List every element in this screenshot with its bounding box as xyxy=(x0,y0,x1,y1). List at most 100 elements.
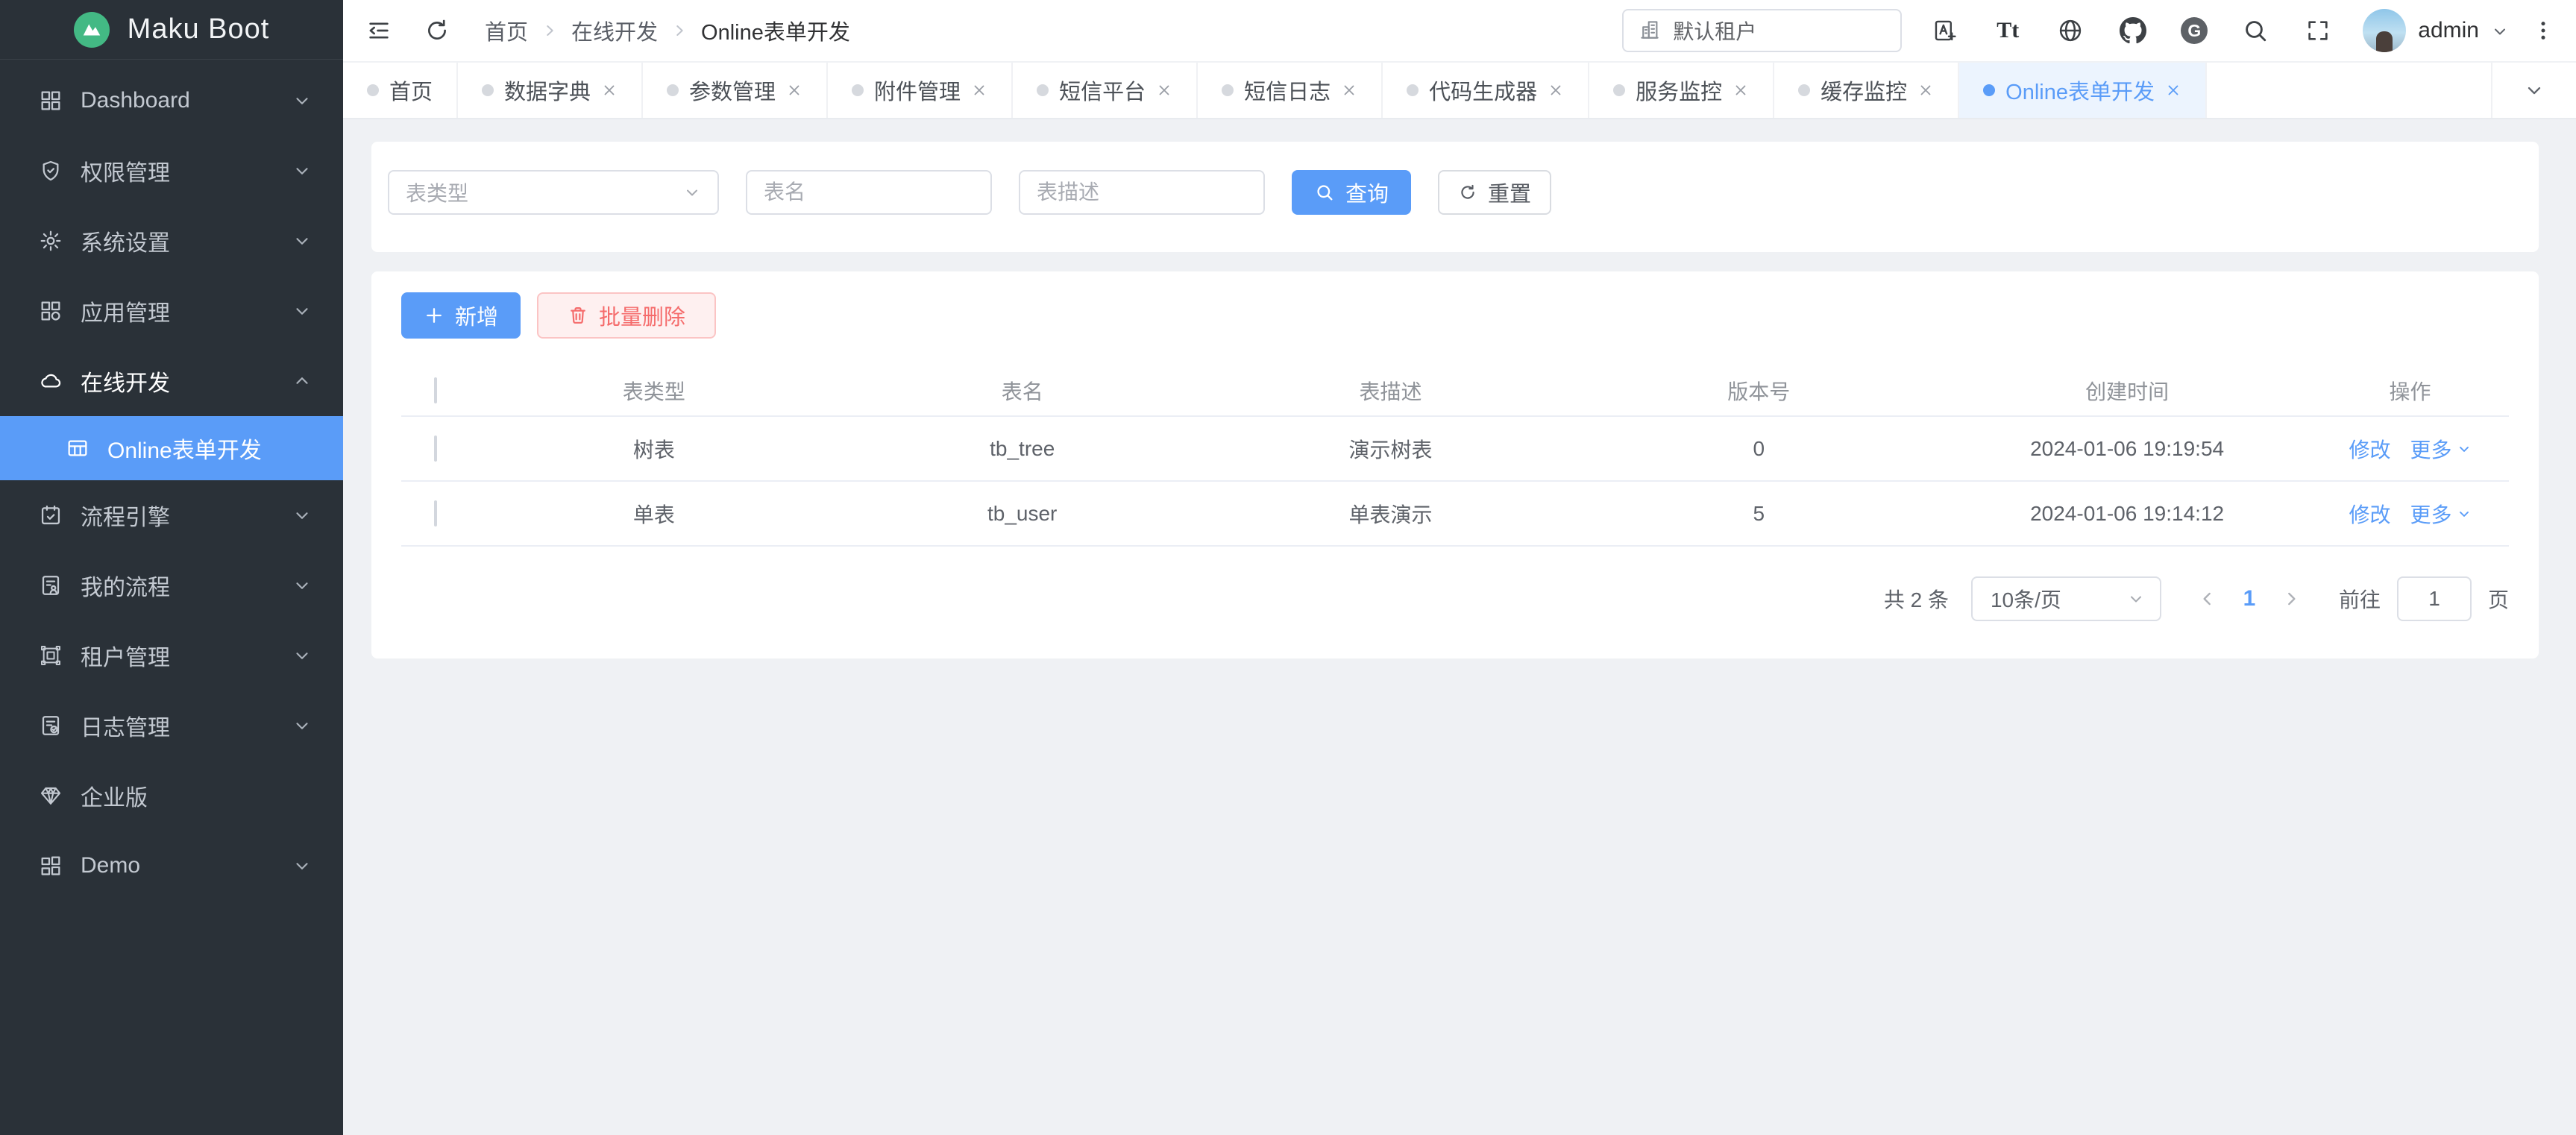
tab-dot xyxy=(1613,84,1625,96)
edit-link[interactable]: 修改 xyxy=(2349,499,2390,529)
sidebar-item-demo[interactable]: Demo xyxy=(0,831,343,901)
row-checkbox[interactable] xyxy=(434,500,437,526)
close-icon[interactable] xyxy=(786,82,802,98)
sidebar-item-dashboard[interactable]: Dashboard xyxy=(0,66,343,136)
close-icon[interactable] xyxy=(971,82,987,98)
tabs-dropdown-button[interactable] xyxy=(2491,63,2576,118)
tab-home[interactable]: 首页 xyxy=(343,63,458,118)
refresh-icon xyxy=(1458,183,1477,202)
current-page[interactable]: 1 xyxy=(2228,586,2270,611)
sidebar-item-my-workflow[interactable]: 我的流程 xyxy=(0,550,343,620)
table-type-select[interactable]: 表类型 xyxy=(388,170,719,215)
table-toolbar: 新增 批量删除 xyxy=(401,292,2509,339)
more-options-icon[interactable] xyxy=(2528,16,2558,45)
cell-type: 树表 xyxy=(470,416,838,481)
globe-icon[interactable] xyxy=(2055,16,2085,45)
pagination: 共 2 条 10条/页 1 前往 页 xyxy=(401,576,2509,621)
cell-name: tb_user xyxy=(838,481,1207,546)
sidebar-item-label: Dashboard xyxy=(81,88,292,113)
tab-sms-log[interactable]: 短信日志 xyxy=(1198,63,1383,118)
tab-dot xyxy=(1037,84,1049,96)
reset-button[interactable]: 重置 xyxy=(1438,170,1551,215)
table-header-row: 表类型 表名 表描述 版本号 创建时间 操作 xyxy=(401,365,2509,416)
page-size-select[interactable]: 10条/页 xyxy=(1971,576,2161,621)
close-icon[interactable] xyxy=(1917,82,1934,98)
sidebar-item-workflow-engine[interactable]: 流程引擎 xyxy=(0,480,343,550)
close-icon[interactable] xyxy=(1341,82,1357,98)
column-header-type: 表类型 xyxy=(470,365,838,416)
table-name-input[interactable] xyxy=(746,170,992,215)
font-size-icon[interactable]: Tt xyxy=(1993,16,2023,45)
more-link-label: 更多 xyxy=(2410,499,2452,529)
breadcrumb-online-dev[interactable]: 在线开发 xyxy=(571,15,658,46)
maku-logo-icon xyxy=(74,12,110,48)
breadcrumb-home[interactable]: 首页 xyxy=(485,15,528,46)
tab-code-generator[interactable]: 代码生成器 xyxy=(1383,63,1589,118)
trash-icon xyxy=(568,305,588,326)
more-link-label: 更多 xyxy=(2410,434,2452,464)
main-panel: 首页 在线开发 Online表单开发 默认租户 Tt xyxy=(343,0,2576,1135)
close-icon[interactable] xyxy=(1548,82,1564,98)
tab-data-dict[interactable]: 数据字典 xyxy=(458,63,643,118)
sidebar-item-app-management[interactable]: 应用管理 xyxy=(0,276,343,346)
search-button[interactable]: 查询 xyxy=(1292,170,1411,215)
close-icon[interactable] xyxy=(601,82,618,98)
more-link[interactable]: 更多 xyxy=(2410,499,2472,529)
grid-icon xyxy=(39,89,63,113)
sidebar-item-tenant-management[interactable]: 租户管理 xyxy=(0,620,343,691)
close-icon[interactable] xyxy=(2165,82,2181,98)
diamond-icon xyxy=(39,784,63,808)
sidebar-item-enterprise[interactable]: 企业版 xyxy=(0,761,343,831)
tab-param-mgmt[interactable]: 参数管理 xyxy=(643,63,828,118)
tab-online-form-dev[interactable]: Online表单开发 xyxy=(1959,63,2207,118)
cloud-icon xyxy=(39,369,63,393)
pagination-total: 共 2 条 xyxy=(1884,584,1949,614)
row-checkbox[interactable] xyxy=(434,436,437,462)
cell-created: 2024-01-06 19:19:54 xyxy=(1943,416,2311,481)
sidebar-item-online-form-dev[interactable]: Online表单开发 xyxy=(0,416,343,480)
edit-link[interactable]: 修改 xyxy=(2349,434,2390,464)
cell-name: tb_tree xyxy=(838,416,1207,481)
select-all-checkbox[interactable] xyxy=(434,377,437,403)
github-icon[interactable] xyxy=(2118,16,2148,45)
prev-page-icon[interactable] xyxy=(2187,578,2228,620)
table-desc-input[interactable] xyxy=(1019,170,1265,215)
translate-icon[interactable] xyxy=(1930,16,1960,45)
avatar xyxy=(2363,9,2406,52)
next-page-icon[interactable] xyxy=(2270,578,2312,620)
tab-sms-platform[interactable]: 短信平台 xyxy=(1013,63,1198,118)
refresh-icon[interactable] xyxy=(422,16,452,45)
search-icon xyxy=(1314,182,1335,203)
search-icon[interactable] xyxy=(2240,16,2270,45)
breadcrumb-current: Online表单开发 xyxy=(701,15,850,46)
cell-description: 演示树表 xyxy=(1207,416,1575,481)
logo[interactable]: Maku Boot xyxy=(0,0,343,60)
tab-service-monitor[interactable]: 服务监控 xyxy=(1589,63,1774,118)
username: admin xyxy=(2418,18,2479,43)
add-button[interactable]: 新增 xyxy=(401,292,521,339)
sidebar-item-label: 企业版 xyxy=(81,779,312,812)
close-icon[interactable] xyxy=(1156,82,1172,98)
close-icon[interactable] xyxy=(1732,82,1749,98)
tabs-bar: 首页 数据字典 参数管理 附件管理 短信平台 xyxy=(343,63,2576,119)
sidebar-item-log-management[interactable]: 日志管理 xyxy=(0,691,343,761)
chevron-right-icon xyxy=(541,22,558,39)
tab-label: 附件管理 xyxy=(874,75,961,106)
batch-delete-button[interactable]: 批量删除 xyxy=(537,292,716,339)
more-link[interactable]: 更多 xyxy=(2410,434,2472,464)
collapse-sidebar-icon[interactable] xyxy=(364,16,394,45)
user-menu[interactable]: admin xyxy=(2363,9,2507,52)
sidebar-item-system-settings[interactable]: 系统设置 xyxy=(0,206,343,276)
sidebar-item-permissions[interactable]: 权限管理 xyxy=(0,136,343,206)
goto-page-input[interactable] xyxy=(2397,576,2472,621)
fullscreen-icon[interactable] xyxy=(2303,16,2333,45)
sidebar-item-label: 租户管理 xyxy=(81,639,292,672)
sidebar-item-online-dev[interactable]: 在线开发 xyxy=(0,346,343,416)
gitee-icon[interactable]: G xyxy=(2181,17,2208,44)
cell-type: 单表 xyxy=(470,481,838,546)
apps-icon xyxy=(39,299,63,323)
tab-attachment-mgmt[interactable]: 附件管理 xyxy=(828,63,1013,118)
tenant-select[interactable]: 默认租户 xyxy=(1622,9,1902,52)
tab-label: 服务监控 xyxy=(1636,75,1722,106)
tab-cache-monitor[interactable]: 缓存监控 xyxy=(1774,63,1959,118)
